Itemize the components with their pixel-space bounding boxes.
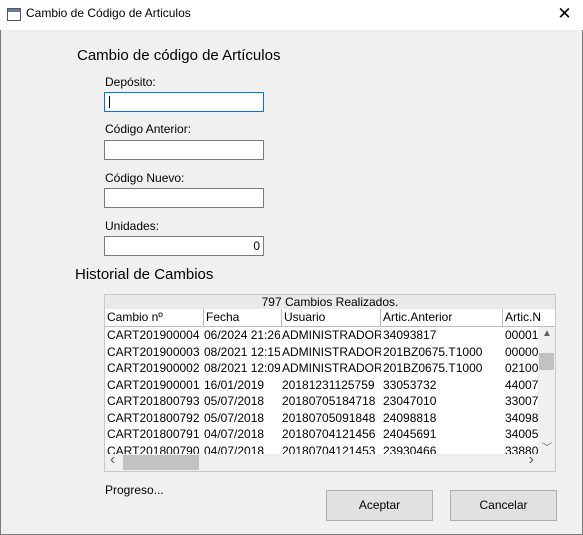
cell-fecha: 05/07/2018 xyxy=(204,394,265,408)
table-row[interactable]: CART201900001 16/01/2019 20181231125759 330… xyxy=(105,377,539,394)
cell-fecha: 08/2021 12:15 xyxy=(204,344,280,359)
cell-fecha: 16/01/2019 xyxy=(204,377,265,392)
progress-text: Progreso... xyxy=(105,483,164,497)
history-grid[interactable]: 797 Cambios Realizados. Cambio nº Fecha … xyxy=(104,294,556,472)
app-icon xyxy=(7,8,21,21)
cell-usuario: ADMINISTRADOR xyxy=(282,361,381,375)
unidades-field[interactable]: 0 xyxy=(104,236,264,256)
codigo-anterior-label: Código Anterior: xyxy=(105,122,192,136)
cell-fecha: 08/2021 12:09 xyxy=(204,361,280,375)
cell-usuario: 20180705184718 xyxy=(282,394,376,408)
cell-artic-anterior: 201BZ0675.T1000 xyxy=(383,344,483,359)
cell-artic-anterior: 24098818 xyxy=(383,410,437,425)
column-header-cambio[interactable]: Cambio nº xyxy=(105,309,204,326)
cell-usuario: ADMINISTRADOR xyxy=(282,328,381,342)
scroll-down-icon[interactable]: ﹀ xyxy=(542,444,552,454)
vertical-scrollbar[interactable]: ▲ ﹀ xyxy=(538,327,555,457)
cell-artic-nuevo: 00000 xyxy=(505,344,539,359)
cancel-button[interactable]: Cancelar xyxy=(450,490,557,521)
form-heading: Cambio de código de Artículos xyxy=(77,47,281,64)
table-row[interactable]: CART201800792 05/07/2018 20180705091848 240… xyxy=(105,410,539,427)
grid-rows: CART201900004 06/2024 21:26 ADMINISTRADOR 3… xyxy=(105,327,539,457)
deposito-label: Depósito: xyxy=(105,75,156,89)
table-row[interactable]: CART201900003 08/2021 12:15 ADMINISTRADOR 2… xyxy=(105,344,539,361)
cell-cambio: CART201800792 xyxy=(107,410,200,425)
scrollbar-corner xyxy=(538,454,555,471)
vertical-scroll-thumb[interactable] xyxy=(539,353,554,370)
text-caret xyxy=(109,96,110,108)
column-header-artic-nuevo[interactable]: Artic.N xyxy=(503,309,555,326)
scroll-right-icon[interactable]: › xyxy=(529,452,534,468)
codigo-anterior-field[interactable] xyxy=(104,140,264,160)
deposito-field[interactable] xyxy=(104,92,264,112)
codigo-nuevo-field[interactable] xyxy=(104,188,264,208)
cell-artic-nuevo: 34098 xyxy=(505,410,539,425)
cell-cambio: CART201900002 xyxy=(107,361,200,375)
cell-fecha: 05/07/2018 xyxy=(204,410,265,425)
cell-artic-nuevo: 33007 xyxy=(505,394,539,408)
cell-artic-anterior: 201BZ0675.T1000 xyxy=(383,361,483,375)
cell-artic-anterior: 23047010 xyxy=(383,394,437,408)
cell-artic-nuevo: 02100 xyxy=(505,361,539,375)
cell-fecha: 04/07/2018 xyxy=(204,427,265,441)
title-bar: Cambio de Código de Articulos ✕ xyxy=(0,0,583,30)
table-row[interactable]: CART201800793 05/07/2018 20180705184718 230… xyxy=(105,393,539,410)
grid-header: Cambio nº Fecha Usuario Artic.Anterior A… xyxy=(105,309,555,327)
cell-artic-nuevo: 34005 xyxy=(505,427,539,441)
grid-caption: 797 Cambios Realizados. xyxy=(105,295,555,309)
horizontal-scrollbar[interactable]: ‹ › xyxy=(105,452,539,471)
scroll-left-icon[interactable]: ‹ xyxy=(110,452,115,468)
cell-artic-anterior: 24045691 xyxy=(383,427,437,441)
cell-artic-anterior: 34093817 xyxy=(383,328,437,342)
cell-cambio: CART201800791 xyxy=(107,427,200,441)
cell-artic-nuevo: 44007 xyxy=(505,377,539,392)
codigo-nuevo-label: Código Nuevo: xyxy=(105,171,185,185)
unidades-value: 0 xyxy=(253,239,260,253)
cell-artic-nuevo: 00001 xyxy=(505,328,539,342)
history-heading: Historial de Cambios xyxy=(75,266,214,283)
cell-fecha: 06/2024 21:26 xyxy=(204,328,280,342)
accept-button[interactable]: Aceptar xyxy=(326,490,433,521)
cell-cambio: CART201900003 xyxy=(107,344,200,359)
column-header-fecha[interactable]: Fecha xyxy=(204,309,282,326)
horizontal-scroll-thumb[interactable] xyxy=(123,455,199,470)
cell-usuario: ADMINISTRADOR xyxy=(282,344,381,359)
cell-cambio: CART201900001 xyxy=(107,377,200,392)
table-row[interactable]: CART201900002 08/2021 12:09 ADMINISTRADOR 2… xyxy=(105,360,539,377)
column-header-usuario[interactable]: Usuario xyxy=(282,309,381,326)
cell-usuario: 20180705091848 xyxy=(282,410,376,425)
cell-usuario: 20181231125759 xyxy=(282,377,375,392)
cell-usuario: 20180704121456 xyxy=(282,427,376,441)
table-row[interactable]: CART201800791 04/07/2018 20180704121456 240… xyxy=(105,426,539,443)
window-title: Cambio de Código de Articulos xyxy=(26,6,191,20)
column-header-artic-anterior[interactable]: Artic.Anterior xyxy=(381,309,503,326)
cell-cambio: CART201900004 xyxy=(107,328,200,342)
close-button[interactable]: ✕ xyxy=(546,0,583,30)
unidades-label: Unidades: xyxy=(105,219,160,233)
table-row[interactable]: CART201900004 06/2024 21:26 ADMINISTRADOR 3… xyxy=(105,327,539,344)
scroll-up-icon[interactable]: ▲ xyxy=(542,329,552,339)
cell-artic-anterior: 33053732 xyxy=(383,377,437,392)
cell-cambio: CART201800793 xyxy=(107,394,200,408)
